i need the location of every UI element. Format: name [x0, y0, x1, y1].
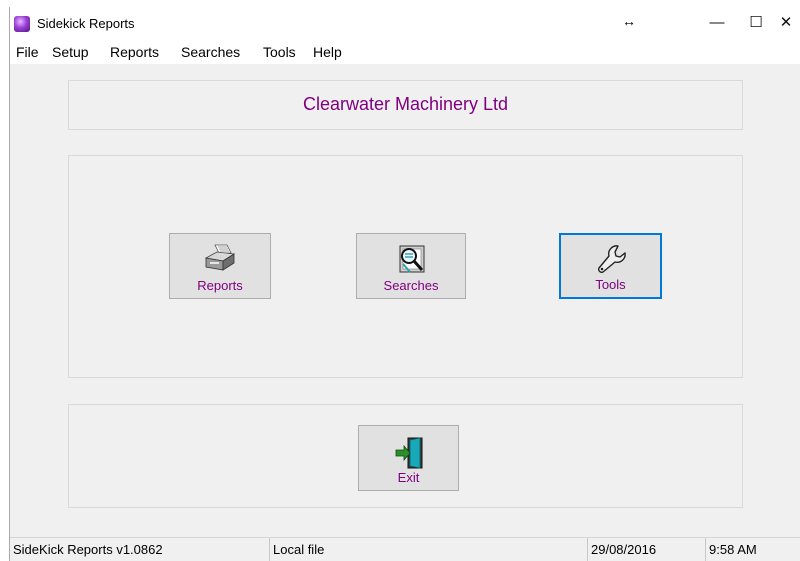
- status-bar: SideKick Reports v1.0862 Local file 29/0…: [10, 537, 800, 561]
- menu-searches[interactable]: Searches: [181, 44, 240, 60]
- reports-button[interactable]: Reports: [169, 233, 271, 299]
- menu-file[interactable]: File: [16, 44, 39, 60]
- status-time: 9:58 AM: [709, 542, 757, 557]
- app-window: Sidekick Reports ↔ — ☐ ✕ File Setup Repo…: [9, 7, 800, 561]
- reports-button-label: Reports: [197, 278, 243, 293]
- app-icon: [14, 16, 30, 32]
- status-date: 29/08/2016: [588, 538, 706, 561]
- company-name: Clearwater Machinery Ltd: [302, 94, 509, 114]
- magnifier-icon: [399, 245, 425, 273]
- minimize-button[interactable]: —: [695, 7, 739, 38]
- wrench-icon: [597, 245, 626, 273]
- tools-button-label: Tools: [595, 277, 626, 292]
- exit-panel: Exit: [68, 404, 743, 508]
- exit-door-icon: [395, 437, 422, 469]
- tools-button[interactable]: Tools: [559, 233, 662, 299]
- printer-icon: [204, 244, 236, 271]
- header-panel: Clearwater Machinery Ltd: [68, 80, 743, 130]
- searches-button-label: Searches: [383, 278, 439, 293]
- searches-button[interactable]: Searches: [356, 233, 466, 299]
- resize-icon: ↔: [622, 13, 636, 29]
- menu-reports[interactable]: Reports: [110, 44, 159, 60]
- title-bar: Sidekick Reports ↔ — ☐ ✕: [10, 7, 800, 38]
- main-panel: Reports Searches Tools: [68, 155, 743, 378]
- menu-help[interactable]: Help: [313, 44, 342, 60]
- status-version: SideKick Reports v1.0862: [10, 538, 270, 561]
- menu-setup[interactable]: Setup: [52, 44, 89, 60]
- close-button[interactable]: ✕: [764, 7, 800, 38]
- menu-tools[interactable]: Tools: [263, 44, 296, 60]
- menu-bar: File Setup Reports Searches Tools Help: [10, 38, 800, 64]
- status-file: Local file: [270, 538, 588, 561]
- exit-button[interactable]: Exit: [358, 425, 459, 491]
- exit-button-label: Exit: [397, 470, 420, 485]
- window-title: Sidekick Reports: [37, 16, 135, 31]
